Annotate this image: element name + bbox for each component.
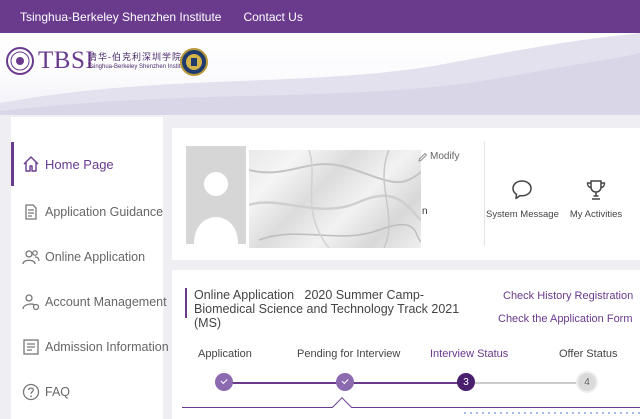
active-step-caret (332, 397, 352, 417)
sidebar: Home Page Application Guidance Online Ap… (11, 117, 169, 419)
sidebar-item-label: FAQ (45, 385, 71, 399)
profile-divider (484, 142, 485, 246)
step-label-interview-status: Interview Status (430, 348, 509, 360)
sidebar-item-label: Home Page (45, 156, 114, 172)
edit-icon (418, 152, 428, 162)
application-title: Online Application 2020 Summer Camp-Biom… (194, 288, 484, 330)
progress-track-remaining (466, 382, 586, 384)
check-history-registration-link[interactable]: Check History Registration (503, 290, 633, 302)
logo-tbsi-text: TBSI (38, 47, 95, 74)
logo-chinese-name: 清华-伯克利深圳学院 (88, 53, 183, 63)
applicant-name-fragment: n (422, 206, 428, 217)
system-message-button[interactable]: System Message (486, 174, 559, 230)
sidebar-item-online-application[interactable]: Online Application (11, 235, 163, 279)
sidebar-item-label: Admission Information (45, 340, 169, 354)
check-application-form-link[interactable]: Check the Application Form (498, 313, 633, 325)
my-activities-label: My Activities (569, 209, 623, 220)
detail-tab-underline (182, 407, 640, 408)
chat-bubble-icon (512, 180, 532, 200)
sidebar-item-home-page[interactable]: Home Page (11, 142, 163, 186)
users-icon (22, 250, 40, 265)
application-title-prefix: Online Application (194, 288, 295, 302)
step-label-offer-status: Offer Status (559, 348, 618, 360)
home-icon (23, 156, 39, 172)
trophy-icon (586, 180, 606, 200)
marble-mask-pattern (249, 150, 421, 248)
sidebar-item-admission-information[interactable]: Admission Information (11, 325, 169, 369)
logo-english-name: Tsinghua-Berkeley Shenzhen Institute (88, 64, 189, 70)
application-status-panel: Online Application 2020 Summer Camp-Biom… (172, 270, 640, 419)
sidebar-item-application-guidance[interactable]: Application Guidance (11, 190, 163, 234)
user-gear-icon (22, 294, 40, 311)
nav-link-institute[interactable]: Tsinghua-Berkeley Shenzhen Institute (20, 10, 221, 24)
sidebar-item-account-management[interactable]: Account Management (11, 280, 167, 324)
step-label-application: Application (198, 348, 252, 360)
dotted-decoration (462, 410, 640, 416)
step-dot-offer-status: 4 (578, 373, 596, 391)
my-activities-button[interactable]: My Activities (560, 174, 632, 230)
step-label-pending-interview: Pending for Interview (297, 348, 401, 360)
default-avatar-icon (194, 172, 238, 244)
sidebar-item-faq[interactable]: FAQ (11, 370, 163, 414)
system-message-label: System Message (486, 209, 559, 220)
news-icon (23, 339, 39, 355)
modify-label: Modify (430, 151, 460, 162)
banner-wave-decoration (0, 33, 640, 115)
document-icon (25, 204, 37, 220)
berkeley-seal-icon (180, 48, 208, 76)
section-accent-bar (185, 288, 187, 318)
avatar (186, 146, 246, 244)
nav-link-contact-us[interactable]: Contact Us (243, 10, 302, 24)
top-nav-bar: Tsinghua-Berkeley Shenzhen Institute Con… (0, 0, 640, 33)
step-dot-pending-interview (336, 373, 354, 391)
sidebar-item-label: Online Application (45, 250, 146, 264)
sidebar-item-label: Application Guidance (45, 205, 164, 219)
profile-card: Modify n System Message My Activities (172, 128, 640, 260)
step-dot-interview-status: 3 (457, 373, 475, 391)
tsinghua-seal-icon (6, 47, 34, 75)
sidebar-item-label: Account Management (45, 295, 167, 309)
step-dot-application (215, 373, 233, 391)
header-banner: TBSI 清华-伯克利深圳学院 Tsinghua-Berkeley Shenzh… (0, 33, 640, 115)
modify-profile-button[interactable]: Modify (418, 151, 459, 162)
masked-personal-info (249, 150, 421, 248)
question-icon (22, 383, 40, 401)
